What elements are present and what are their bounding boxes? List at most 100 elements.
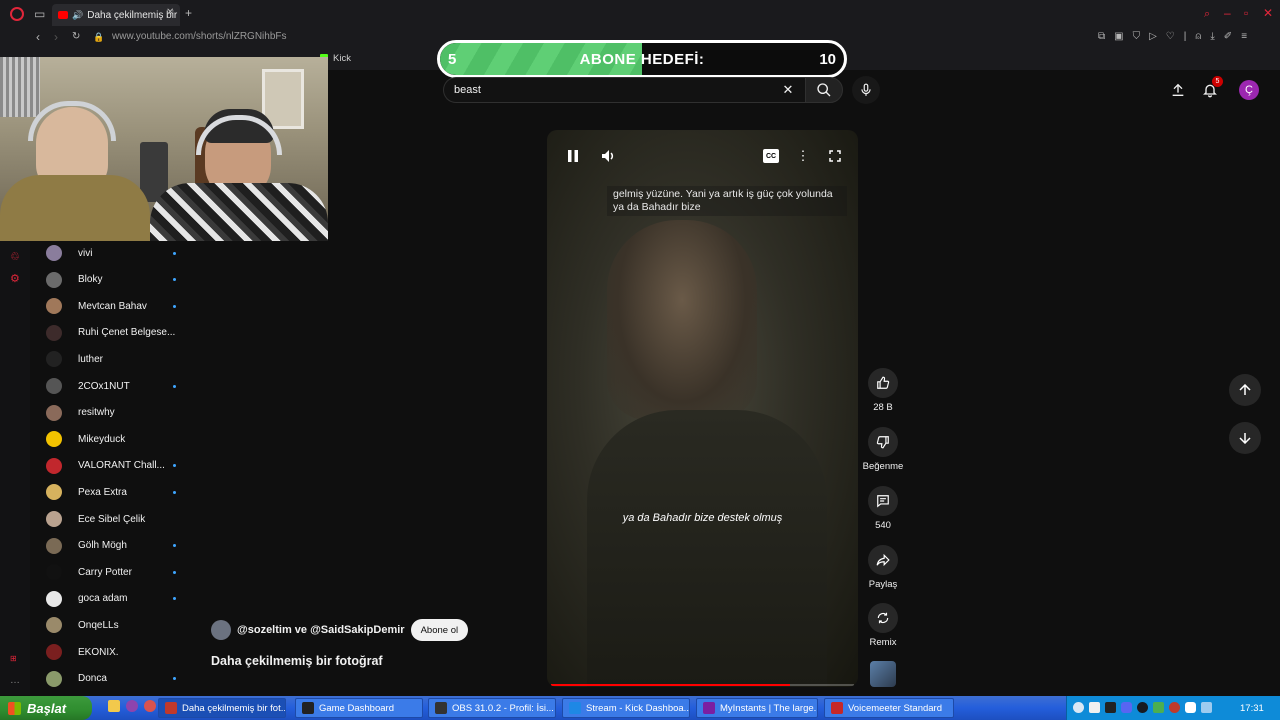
taskbar-task[interactable]: MyInstants | The large...	[696, 698, 818, 718]
opera-logo-icon[interactable]	[10, 7, 24, 21]
volume-button[interactable]	[601, 148, 617, 164]
minimize-icon[interactable]: –	[1224, 6, 1231, 20]
like-count: 28 B	[873, 402, 893, 413]
subscription-item[interactable]: OnqeLLs	[46, 614, 176, 636]
dislike-button[interactable]	[868, 427, 898, 457]
opera-icon[interactable]	[144, 700, 156, 712]
share-button[interactable]	[868, 545, 898, 575]
more-options-icon[interactable]: ⋮	[797, 148, 810, 164]
opera-more-icon[interactable]: …	[10, 674, 20, 688]
back-icon[interactable]: ‹	[36, 30, 40, 44]
reload-icon[interactable]: ↻	[72, 30, 80, 44]
channel-names[interactable]: @sozeltim ve @SaidSakipDemir	[237, 624, 405, 636]
tray-app-icon-1[interactable]	[1089, 702, 1100, 713]
speaker-icon[interactable]: 🔊	[72, 8, 83, 22]
subscription-item[interactable]: Bloky	[46, 269, 176, 291]
volume-icon	[602, 150, 614, 162]
profile-icon[interactable]: ⍝	[1195, 30, 1201, 44]
language-icon[interactable]	[1201, 702, 1212, 713]
wallet-icon[interactable]: ▣	[1114, 30, 1123, 44]
youtube-favicon-icon	[58, 11, 68, 19]
account-avatar[interactable]: Ç	[1239, 80, 1259, 100]
taskbar-task[interactable]: Stream - Kick Dashboa...	[562, 698, 690, 718]
taskbar-task[interactable]: OBS 31.0.2 - Profil: İsi...	[428, 698, 556, 718]
start-button[interactable]: Başlat	[0, 696, 92, 720]
search-button[interactable]	[805, 77, 843, 103]
clear-search-icon[interactable]: ✕	[780, 82, 796, 98]
subscription-item[interactable]: Donca	[46, 668, 176, 690]
play-icon[interactable]: ▷	[1149, 30, 1157, 44]
steam-icon[interactable]	[1137, 702, 1148, 713]
bookmark-kick[interactable]: Kick	[333, 53, 351, 64]
url-field[interactable]: www.youtube.com/shorts/nlZRGNihbFs	[112, 31, 287, 42]
next-short-button[interactable]	[1229, 422, 1261, 454]
maximize-icon[interactable]: ▫	[1244, 6, 1248, 20]
remix-button[interactable]	[868, 603, 898, 633]
pause-button[interactable]	[565, 148, 581, 164]
subscription-item[interactable]: Pexa Extra	[46, 481, 176, 503]
speaker-tray-icon[interactable]	[1185, 702, 1196, 713]
subscription-item[interactable]: Mikeyduck	[46, 428, 176, 450]
voice-search-button[interactable]	[852, 76, 880, 104]
subscription-item[interactable]: goca adam	[46, 588, 176, 610]
share-label: Paylaş	[868, 579, 898, 590]
subscription-item[interactable]: EKONIX.	[46, 641, 176, 663]
like-button[interactable]	[868, 368, 898, 398]
subscription-item[interactable]: luther	[46, 348, 176, 370]
taskbar-task[interactable]: Game Dashboard	[295, 698, 423, 718]
download-icon[interactable]: ⤓	[1210, 30, 1214, 44]
tray-icons	[1073, 702, 1212, 713]
network-icon[interactable]	[1073, 702, 1084, 713]
new-tab-icon[interactable]: +	[185, 6, 192, 20]
tab-menu-icon[interactable]: ▭	[34, 7, 45, 21]
comments-button[interactable]	[868, 486, 898, 516]
fullscreen-button[interactable]	[827, 148, 843, 164]
shield-icon[interactable]: ⛉	[1133, 30, 1141, 44]
remix-icon	[877, 612, 889, 624]
subscription-item[interactable]: 2COx1NUT	[46, 375, 176, 397]
tray-app-icon-3[interactable]	[1153, 702, 1164, 713]
close-tab-icon[interactable]: ✕	[166, 6, 174, 20]
forward-icon[interactable]: ›	[54, 30, 58, 44]
subscription-item[interactable]: Ruhi Çenet Belgese...	[46, 322, 176, 344]
subscription-item[interactable]: Mevtcan Bahav	[46, 295, 176, 317]
subscription-item[interactable]: vivi	[46, 242, 176, 264]
subscription-item[interactable]: Carry Potter	[46, 561, 176, 583]
upload-button[interactable]	[1168, 80, 1188, 100]
explorer-icon[interactable]	[108, 700, 120, 712]
captions-button[interactable]: CC	[763, 149, 779, 163]
previous-short-button[interactable]	[1229, 374, 1261, 406]
search-input[interactable]	[444, 78, 774, 102]
video-progress-bar[interactable]	[551, 684, 854, 686]
subscription-item[interactable]: Ece Sibel Çelik	[46, 508, 176, 530]
close-window-icon[interactable]: ✕	[1263, 6, 1273, 20]
subscription-item[interactable]: Gölh Mögh	[46, 535, 176, 557]
taskbar-task[interactable]: Daha çekilmemiş bir fot...	[158, 698, 286, 718]
discord-icon[interactable]	[1121, 702, 1132, 713]
opera-sidebar-icon-1[interactable]: ♲	[10, 250, 20, 264]
shorts-video-player[interactable]: CC ⋮ gelmiş yüzüne. Yani ya artık iş güç…	[547, 130, 858, 687]
comment-count: 540	[875, 520, 891, 531]
snapshot-icon[interactable]: ⧉	[1098, 30, 1105, 44]
channel-avatar[interactable]	[211, 620, 231, 640]
subscription-item[interactable]: resitwhy	[46, 402, 176, 424]
sound-thumbnail[interactable]	[870, 661, 896, 687]
aria-ai-icon[interactable]: ✐	[1224, 30, 1232, 44]
tray-app-icon-2[interactable]	[1105, 702, 1116, 713]
browser-tab-active[interactable]: 🔊 Daha çekilmemiş bir fot	[52, 4, 180, 26]
menu-icon[interactable]: ≡	[1241, 30, 1247, 44]
opera-gx-icon[interactable]	[126, 700, 138, 712]
opera-settings-icon[interactable]: ⚙	[10, 272, 20, 286]
channel-avatar	[46, 431, 62, 448]
subscription-item[interactable]: VALORANT Chall...	[46, 455, 176, 477]
new-content-dot	[173, 570, 176, 574]
heart-icon[interactable]: ♡	[1166, 30, 1175, 44]
subscriptions-list: vivi Bloky Mevtcan Bahav Ruhi Çenet Belgese…	[30, 240, 180, 695]
notifications-button[interactable]: 5	[1200, 76, 1223, 100]
tray-app-icon-4[interactable]	[1169, 702, 1180, 713]
opera-sidebar-icon-2[interactable]: ⊞	[10, 652, 17, 666]
taskbar-task[interactable]: Voicemeeter Standard	[824, 698, 954, 718]
search-tabs-icon[interactable]: ⌕	[1204, 7, 1210, 21]
subscribe-button[interactable]: Abone ol	[410, 619, 469, 641]
task-label: MyInstants | The large...	[720, 702, 818, 714]
